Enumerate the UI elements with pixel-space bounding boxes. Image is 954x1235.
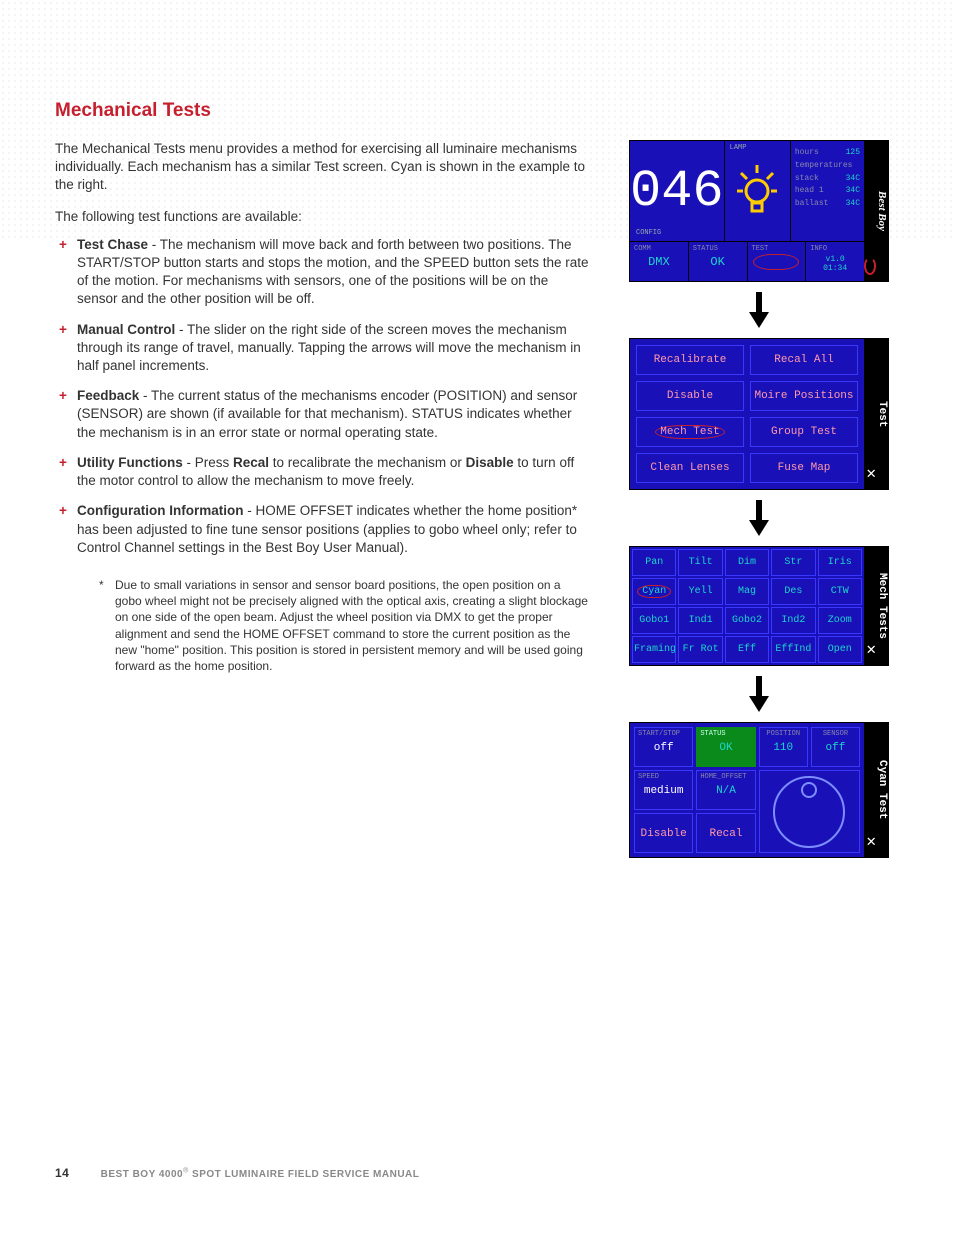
mech-test-button[interactable]: Mag	[725, 578, 769, 605]
mech-test-button[interactable]: Framing	[632, 636, 676, 663]
mech-test-button[interactable]: Dim	[725, 549, 769, 576]
close-icon[interactable]: ✕	[866, 831, 876, 851]
mech-test-button[interactable]: Pan	[632, 549, 676, 576]
mech-test-button[interactable]: Tilt	[678, 549, 722, 576]
avail-paragraph: The following test functions are availab…	[55, 209, 589, 224]
bullet-item: Configuration Information - HOME OFFSET …	[77, 502, 589, 557]
sidebar-test: Test ✕	[864, 339, 888, 489]
bullet-item: Utility Functions - Press Recal to recal…	[77, 454, 589, 490]
mech-test-button[interactable]: Str	[771, 549, 815, 576]
lamp-panel[interactable]: LAMP	[725, 141, 791, 241]
page-number: 14	[55, 1166, 69, 1180]
test-menu-button[interactable]: Disable	[636, 381, 744, 411]
test-menu-button[interactable]: Group Test	[750, 417, 858, 447]
home-offset-cell: HOME_OFFSETN/A	[696, 770, 755, 810]
bullet-item: Manual Control - The slider on the right…	[77, 321, 589, 376]
sidebar-mech-tests: Mech Tests ✕	[864, 547, 888, 665]
close-icon[interactable]: ✕	[866, 463, 876, 483]
bullet-list: Test Chase - The mechanism will move bac…	[55, 236, 589, 557]
test-menu-button[interactable]: Moire Positions	[750, 381, 858, 411]
test-menu-button[interactable]: Recal All	[750, 345, 858, 375]
mech-test-button[interactable]: Zoom	[818, 607, 862, 634]
info-cell[interactable]: INFOv1.0 01:34	[806, 241, 864, 281]
manual-dial[interactable]	[759, 770, 860, 853]
status-cell: STATUSOK	[696, 727, 755, 767]
bullet-item: Test Chase - The mechanism will move bac…	[77, 236, 589, 309]
mech-test-button[interactable]: Yell	[678, 578, 722, 605]
sensor-cell: SENSORoff	[811, 727, 860, 767]
screen-mech-tests: PanTiltDimStrIrisCyanYellMagDesCTWGobo1I…	[629, 546, 889, 666]
test-menu-button[interactable]: Clean Lenses	[636, 453, 744, 483]
arrow-down-icon	[749, 676, 769, 712]
mech-test-button[interactable]: Gobo1	[632, 607, 676, 634]
intro-paragraph: The Mechanical Tests menu provides a met…	[55, 140, 589, 195]
test-menu-button[interactable]: Mech Test	[636, 417, 744, 447]
mech-test-button[interactable]: Fr Rot	[678, 636, 722, 663]
section-heading: Mechanical Tests	[55, 100, 589, 122]
page-footer: 14 BEST BOY 4000® SPOT LUMINAIRE FIELD S…	[55, 1166, 419, 1180]
swirl-icon	[864, 257, 876, 275]
test-highlight	[753, 254, 799, 270]
screen-test-menu: RecalibrateRecal AllDisableMoire Positio…	[629, 338, 889, 490]
mech-test-button[interactable]: Open	[818, 636, 862, 663]
fixture-number[interactable]: 046 CONFIG	[630, 141, 725, 241]
arrow-down-icon	[749, 292, 769, 328]
mech-test-button[interactable]: Eff	[725, 636, 769, 663]
mech-test-button[interactable]: Cyan	[632, 578, 676, 605]
mech-test-button[interactable]: Iris	[818, 549, 862, 576]
screen-home: 046 CONFIG LAMP hours125 temperatures st…	[629, 140, 889, 282]
status-cell[interactable]: STATUSOK	[689, 241, 748, 281]
comm-cell[interactable]: COMMDMX	[630, 241, 689, 281]
test-menu-button[interactable]: Recalibrate	[636, 345, 744, 375]
recal-button[interactable]: Recal	[696, 813, 755, 853]
mech-test-button[interactable]: Ind2	[771, 607, 815, 634]
bullet-item: Feedback - The current status of the mec…	[77, 387, 589, 442]
mech-test-button[interactable]: Gobo2	[725, 607, 769, 634]
start-stop-button[interactable]: START/STOPoff	[634, 727, 693, 767]
bulb-icon	[735, 161, 779, 222]
arrow-down-icon	[749, 500, 769, 536]
speed-button[interactable]: SPEEDmedium	[634, 770, 693, 810]
mech-test-button[interactable]: CTW	[818, 578, 862, 605]
disable-button[interactable]: Disable	[634, 813, 693, 853]
test-cell[interactable]: TEST	[748, 241, 807, 281]
mech-test-button[interactable]: EffInd	[771, 636, 815, 663]
close-icon[interactable]: ✕	[866, 639, 876, 659]
position-cell: POSITION110	[759, 727, 808, 767]
sidebar-brand: Best Boy	[864, 141, 888, 281]
mech-test-button[interactable]: Ind1	[678, 607, 722, 634]
sidebar-cyan-test: Cyan Test ✕	[864, 723, 888, 857]
info-panel: hours125 temperatures stack34C head 134C…	[791, 141, 864, 241]
mech-test-button[interactable]: Des	[771, 578, 815, 605]
test-menu-button[interactable]: Fuse Map	[750, 453, 858, 483]
footnote: Due to small variations in sensor and se…	[115, 577, 589, 674]
screen-cyan-test: START/STOPoff STATUSOK SPEEDmedium HOME_…	[629, 722, 889, 858]
